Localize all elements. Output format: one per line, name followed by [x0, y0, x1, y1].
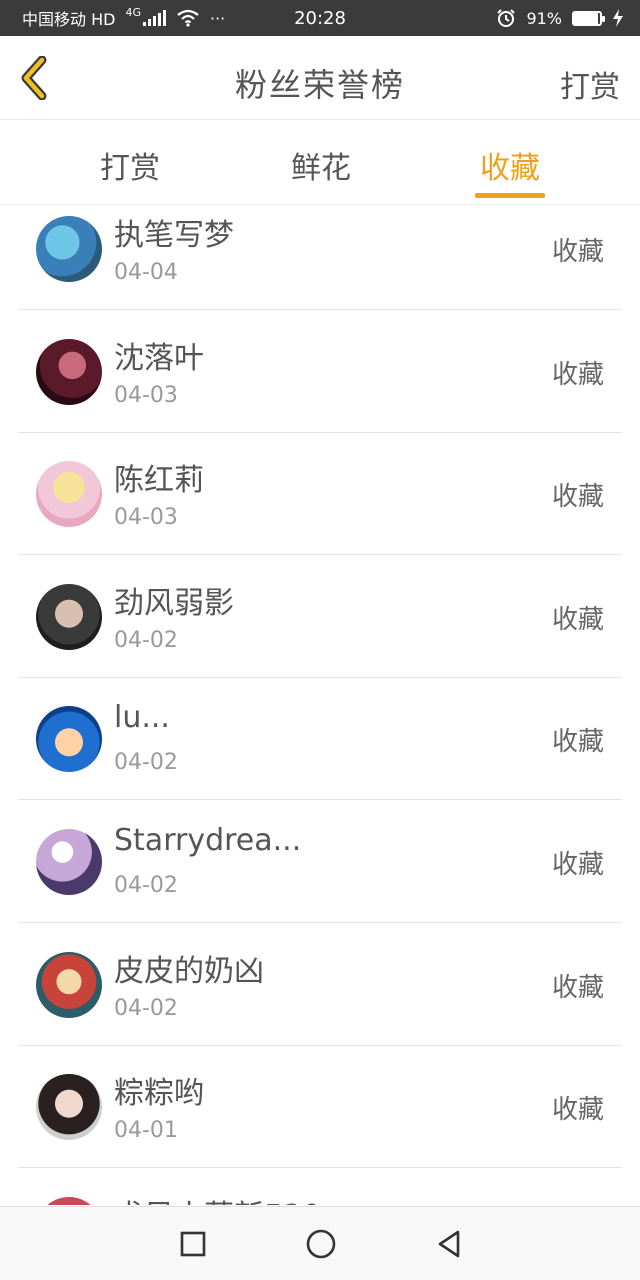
- status-left: 中国移动 HD 4G ···: [22, 6, 225, 30]
- avatar[interactable]: [36, 829, 102, 895]
- fan-list-item[interactable]: 陈红莉 04-03 收藏: [18, 433, 622, 556]
- network-type: 4G: [125, 5, 141, 19]
- system-nav-bar: [0, 1206, 640, 1280]
- fan-date: 04-02: [114, 750, 178, 776]
- status-right: 91%: [496, 8, 624, 28]
- avatar[interactable]: [36, 583, 102, 650]
- fan-name: 劲风弱影: [114, 585, 234, 621]
- nav-header: 粉丝荣誉榜 打赏: [0, 36, 640, 120]
- fan-name: 皮皮的奶凶: [114, 953, 264, 989]
- active-tab-indicator: [475, 193, 545, 198]
- battery-percent: 91%: [526, 8, 562, 28]
- fan-date: 04-03: [114, 382, 178, 408]
- fan-date: 04-03: [114, 505, 178, 531]
- wifi-icon: [177, 9, 199, 27]
- fan-action-label: 收藏: [551, 727, 604, 758]
- fan-date: 04-01: [114, 1118, 178, 1144]
- fan-action-label: 收藏: [551, 1095, 604, 1126]
- fan-action-label: 收藏: [551, 237, 604, 267]
- fan-name: 求风小莉新520: [114, 1191, 321, 1205]
- tab-flowers[interactable]: 鲜花: [266, 143, 376, 187]
- recent-apps-icon[interactable]: [176, 1227, 210, 1261]
- fan-name: 粽粽哟: [114, 1076, 204, 1112]
- carrier-label: 中国移动 HD: [22, 10, 116, 29]
- fan-list-item[interactable]: 求风小莉新520收藏: [18, 1169, 622, 1205]
- more-indicator: ···: [209, 8, 226, 28]
- battery-fill: [574, 12, 598, 24]
- reward-button[interactable]: 打赏: [560, 62, 620, 106]
- avatar[interactable]: [36, 951, 102, 1018]
- fan-action-label: 收藏: [551, 850, 604, 880]
- fan-name: Starrydrea...: [114, 823, 302, 858]
- home-icon[interactable]: [304, 1227, 338, 1261]
- status-bar: 中国移动 HD 4G ··· 20:28 91%: [0, 0, 640, 36]
- fan-action-label: 收藏: [551, 359, 604, 390]
- fan-name: lu...: [114, 700, 170, 736]
- fan-action-label: 收藏: [551, 482, 604, 513]
- fan-action-label: 收藏: [551, 604, 604, 635]
- charging-icon: [613, 9, 623, 27]
- tab-bar: 打赏 鲜花 收藏: [0, 121, 640, 205]
- back-triangle-icon[interactable]: [432, 1227, 466, 1261]
- fan-date: 04-02: [114, 995, 178, 1021]
- battery-icon: [572, 10, 605, 26]
- signal-icon: [142, 10, 166, 26]
- fan-date: 04-02: [114, 627, 178, 653]
- fan-list-item[interactable]: 执笔写梦 04-04 收藏: [18, 205, 622, 310]
- avatar[interactable]: [36, 1074, 102, 1141]
- fan-list-item[interactable]: 劲风弱影 04-02 收藏: [18, 556, 622, 678]
- avatar[interactable]: [36, 706, 102, 773]
- page-title: 粉丝荣誉榜: [234, 66, 405, 104]
- avatar[interactable]: [36, 338, 102, 405]
- avatar[interactable]: [36, 216, 102, 282]
- fan-action-label: 收藏: [551, 972, 604, 1003]
- tab-favorites[interactable]: 收藏: [455, 143, 565, 187]
- fan-name: 沈落叶: [114, 340, 204, 376]
- fan-list-item[interactable]: 皮皮的奶凶 04-02 收藏: [18, 924, 622, 1046]
- fan-list-item[interactable]: 沈落叶 04-03 收藏: [18, 311, 622, 433]
- fan-list-item[interactable]: 粽粽哟 04-01 收藏: [18, 1046, 622, 1169]
- fan-date: 04-02: [114, 873, 178, 898]
- fan-list-item[interactable]: lu... 04-02 收藏: [18, 678, 622, 801]
- fan-name: 陈红莉: [114, 463, 204, 499]
- fan-list-item[interactable]: Starrydrea... 04-02 收藏: [18, 801, 622, 923]
- alarm-icon: [497, 9, 516, 27]
- tab-reward[interactable]: 打赏: [75, 143, 185, 187]
- fan-date: 04-04: [114, 260, 178, 285]
- fan-name: 执笔写梦: [114, 218, 234, 253]
- avatar[interactable]: [36, 1196, 102, 1205]
- fan-list[interactable]: 执笔写梦 04-04 收藏 沈落叶 04-03 收藏 陈红莉 04-03 收藏 劲风弱影 04-02…: [0, 205, 640, 1205]
- avatar[interactable]: [36, 461, 102, 528]
